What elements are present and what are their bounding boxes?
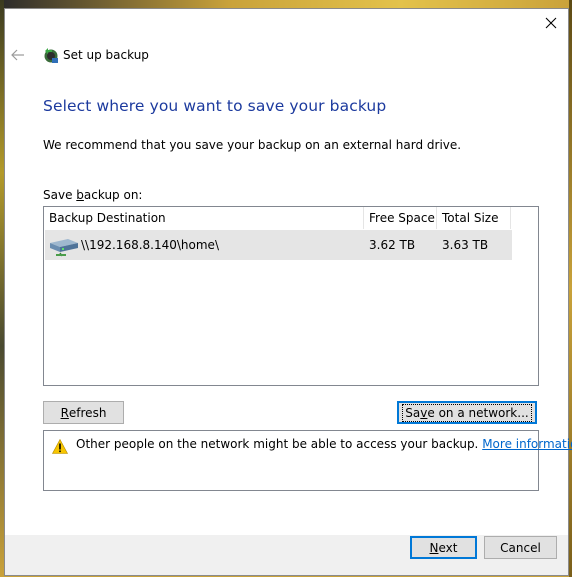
warning-message: Other people on the network might be abl… [76,437,572,451]
title-bar: Set up backup [5,41,568,69]
network-label-pre: Sa [405,405,421,420]
free-space-cell: 3.62 TB [369,238,416,252]
column-header-destination[interactable]: Backup Destination [44,207,364,229]
total-size-cell: 3.63 TB [442,238,489,252]
warning-box: Other people on the network might be abl… [43,430,572,491]
back-button[interactable] [11,48,25,62]
table-row[interactable]: \\192.168.8.140\home\ 3.62 TB 3.63 TB [45,230,512,260]
column-header-free-space[interactable]: Free Space [364,207,437,229]
close-button[interactable] [538,12,564,34]
cancel-button[interactable]: Cancel [484,536,557,559]
destination-cell: \\192.168.8.140\home\ [45,233,365,257]
backup-destination-list[interactable]: Backup Destination Free Space Total Size… [43,206,539,386]
save-on-label-pre: Save [43,188,77,202]
window-title: Set up backup [63,48,149,62]
page-heading: Select where you want to save your backu… [43,97,387,115]
warning-text: Other people on the network might be abl… [76,437,479,451]
next-button[interactable]: Next [410,536,477,559]
save-on-label-post: ackup on: [83,188,143,202]
network-drive-icon [50,239,78,257]
network-label-post: e on a network... [427,405,529,420]
save-on-label-accel: b [76,188,84,202]
next-accel: N [429,540,439,555]
close-icon [545,17,557,29]
page-subtitle: We recommend that you save your backup o… [43,138,462,152]
back-arrow-icon [11,49,24,61]
column-header-total-size[interactable]: Total Size [437,207,511,229]
refresh-accel: R [60,405,69,420]
refresh-label: efresh [68,405,107,420]
warning-icon [52,439,68,454]
setup-backup-window: Set up backup Select where you want to s… [4,8,572,576]
save-on-network-button[interactable]: Save on a network... [397,401,537,424]
desktop-background-top [0,0,572,8]
next-label: ext [438,540,458,555]
more-information-link[interactable]: More information [482,437,572,451]
save-backup-on-label: Save backup on: [43,188,142,202]
refresh-button[interactable]: Refresh [43,401,124,424]
backup-app-icon [41,46,59,64]
list-header: Backup Destination Free Space Total Size [44,207,538,229]
destination-path: \\192.168.8.140\home\ [81,238,219,252]
save-on-network-label: Save on a network... [402,403,532,422]
